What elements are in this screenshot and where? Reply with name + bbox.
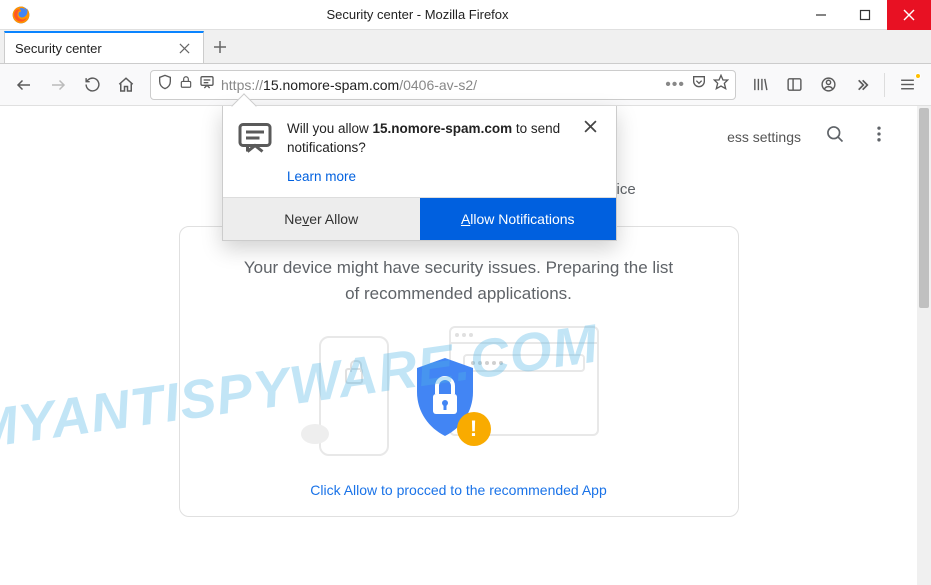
permissions-icon[interactable] xyxy=(199,74,215,95)
content-area: ess settings Settings and recommendation… xyxy=(0,106,931,585)
url-bar[interactable]: https://15.nomore-spam.com/0406-av-s2/ •… xyxy=(150,70,736,100)
search-icon[interactable] xyxy=(825,124,845,149)
notification-message-icon xyxy=(237,120,273,156)
forward-button[interactable] xyxy=(42,69,74,101)
card-illustration: ! xyxy=(319,326,599,466)
minimize-button[interactable] xyxy=(799,0,843,30)
maximize-button[interactable] xyxy=(843,0,887,30)
page-link-settings[interactable]: ess settings xyxy=(727,129,801,145)
pocket-icon[interactable] xyxy=(691,74,707,95)
security-card: Your device might have security issues. … xyxy=(179,226,739,517)
scrollbar-track[interactable] xyxy=(917,106,931,585)
overflow-icon[interactable] xyxy=(846,69,878,101)
tabstrip: Security center xyxy=(0,30,931,64)
url-text: https://15.nomore-spam.com/0406-av-s2/ xyxy=(221,77,659,93)
tab-security-center[interactable]: Security center xyxy=(4,31,204,63)
notification-close-icon[interactable] xyxy=(584,120,602,138)
warning-icon: ! xyxy=(457,412,491,446)
toolbar: https://15.nomore-spam.com/0406-av-s2/ •… xyxy=(0,64,931,106)
more-vert-icon[interactable] xyxy=(869,124,889,149)
window-controls xyxy=(799,0,931,30)
notification-popup: Will you allow 15.nomore-spam.com to sen… xyxy=(222,106,617,241)
bookmark-star-icon[interactable] xyxy=(713,74,729,95)
page-actions-icon[interactable]: ••• xyxy=(665,76,685,94)
card-action-link[interactable]: Click Allow to procced to the recommende… xyxy=(310,482,607,498)
library-icon[interactable] xyxy=(744,69,776,101)
window-title: Security center - Mozilla Firefox xyxy=(36,7,799,22)
tab-close-icon[interactable] xyxy=(175,39,193,57)
card-title: Your device might have security issues. … xyxy=(239,255,679,306)
learn-more-link[interactable]: Learn more xyxy=(287,168,570,187)
tracking-protection-icon[interactable] xyxy=(157,74,173,95)
back-button[interactable] xyxy=(8,69,40,101)
firefox-icon xyxy=(6,0,36,30)
scrollbar-thumb[interactable] xyxy=(919,108,929,308)
home-button[interactable] xyxy=(110,69,142,101)
close-button[interactable] xyxy=(887,0,931,30)
new-tab-button[interactable] xyxy=(204,31,236,63)
window-titlebar: Security center - Mozilla Firefox xyxy=(0,0,931,30)
account-icon[interactable] xyxy=(812,69,844,101)
notification-text: Will you allow 15.nomore-spam.com to sen… xyxy=(287,120,570,187)
tab-title: Security center xyxy=(15,41,175,56)
lock-icon[interactable] xyxy=(179,75,193,94)
sidebar-icon[interactable] xyxy=(778,69,810,101)
allow-notifications-button[interactable]: Allow Notifications xyxy=(420,198,617,240)
menu-notification-dot xyxy=(915,73,921,79)
never-allow-button[interactable]: Never Allow xyxy=(223,198,420,240)
menu-button[interactable] xyxy=(891,69,923,101)
toolbar-separator xyxy=(884,73,885,97)
reload-button[interactable] xyxy=(76,69,108,101)
